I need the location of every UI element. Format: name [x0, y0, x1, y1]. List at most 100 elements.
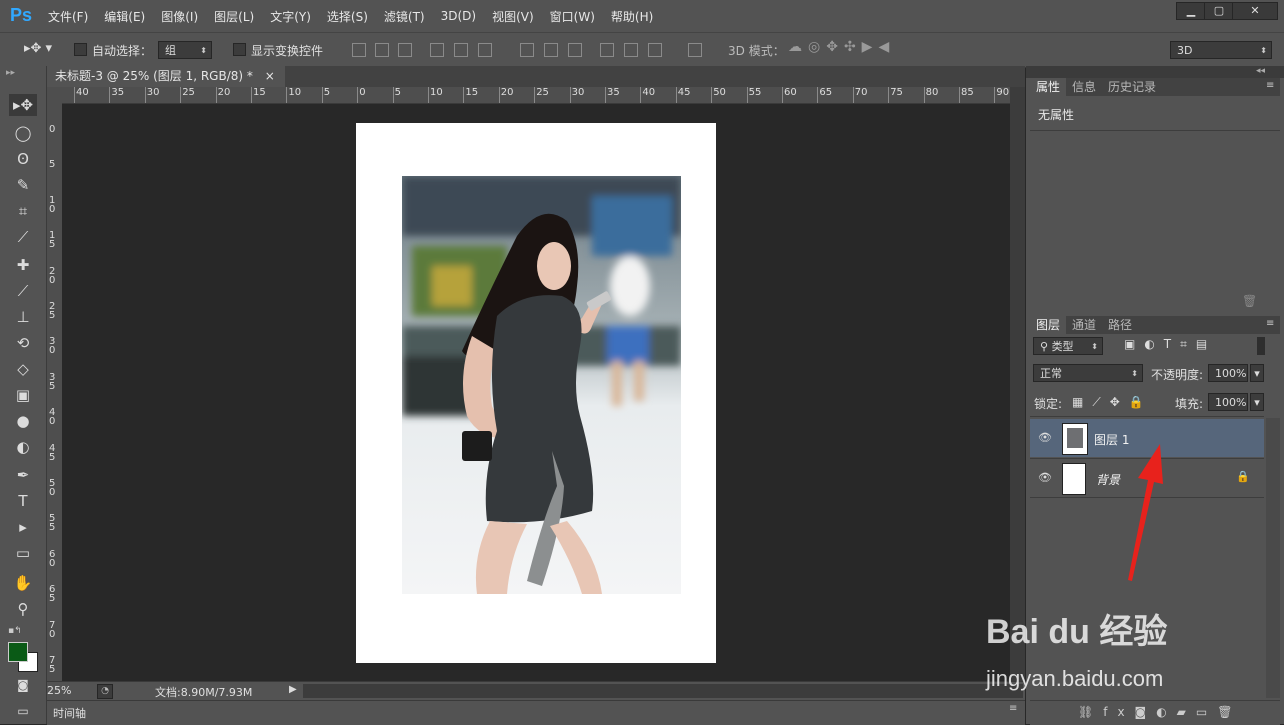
layer-name[interactable]: 背景 [1096, 471, 1120, 488]
menu-file[interactable]: 文件(F) [40, 8, 96, 25]
quick-mask-icon[interactable]: ◙ [9, 674, 37, 696]
foreground-color-swatch[interactable] [8, 642, 28, 662]
timeline-menu-icon[interactable]: ≡ [1009, 703, 1017, 714]
align-right-icon[interactable] [478, 43, 492, 57]
menu-window[interactable]: 窗口(W) [542, 8, 603, 25]
zoom-tool-icon[interactable]: ⚲ [9, 598, 37, 620]
close-window-button[interactable]: ✕ [1232, 2, 1278, 20]
eyedropper-tool-icon[interactable]: ⟋ [9, 226, 37, 248]
zoom-level-field[interactable]: 25% [47, 684, 71, 697]
align-hcenter-icon[interactable] [454, 43, 468, 57]
document-tab-close-icon[interactable]: × [265, 69, 275, 83]
canvas-horizontal-scrollbar[interactable] [303, 684, 1023, 698]
history-brush-tool-icon[interactable]: ⟲ [9, 332, 37, 354]
hand-tool-icon[interactable]: ✋ [9, 572, 37, 594]
marquee-tool-icon[interactable]: ◯ [9, 122, 37, 144]
opacity-field[interactable]: 100% [1208, 364, 1248, 382]
distribute-right-icon[interactable] [648, 43, 662, 57]
pen-tool-icon[interactable]: ✒ [9, 464, 37, 486]
type-tool-icon[interactable]: T [9, 490, 37, 512]
auto-select-checkbox[interactable] [74, 43, 87, 56]
ruler-h-tick: 10 [288, 87, 302, 98]
path-select-tool-icon[interactable]: ▸ [9, 516, 37, 538]
status-info-icon[interactable]: ◔ [97, 684, 113, 699]
menu-edit[interactable]: 编辑(E) [96, 8, 153, 25]
ruler-origin[interactable] [47, 87, 62, 103]
layers-menu-icon[interactable]: ≡ [1266, 318, 1274, 329]
auto-align-icon[interactable] [688, 43, 702, 57]
layer-visibility-eye-icon[interactable]: 👁 [1038, 431, 1052, 444]
workspace-dropdown[interactable]: 3D ⬍ [1170, 41, 1272, 59]
properties-trash-icon[interactable]: 🗑 [1242, 294, 1257, 308]
dodge-tool-icon[interactable]: ◐ [9, 436, 37, 458]
fill-dropdown-arrow[interactable]: ▾ [1250, 393, 1264, 411]
align-top-icon[interactable] [352, 43, 366, 57]
brush-tool-icon[interactable]: ⟋ [9, 280, 37, 302]
horizontal-ruler[interactable]: 40 35 30 25 20 15 10 5 0 5 10 15 20 25 30 35 40 45 50 55 60 6… [62, 87, 1010, 104]
crop-tool-icon[interactable]: ⌗ [9, 200, 37, 222]
menu-image[interactable]: 图像(I) [153, 8, 206, 25]
move-tool-icon[interactable]: ▸✥ ▾ [24, 41, 52, 56]
distribute-top-icon[interactable] [520, 43, 534, 57]
menu-view[interactable]: 视图(V) [484, 8, 542, 25]
menu-select[interactable]: 选择(S) [319, 8, 376, 25]
layer-filter-icons[interactable]: ▣◐T⌗▤ [1124, 337, 1216, 352]
tab-history[interactable]: 历史记录 [1102, 78, 1162, 96]
maximize-button[interactable]: ▢ [1204, 2, 1234, 20]
default-colors-icon[interactable]: ▪↰ [8, 626, 22, 636]
tab-layers[interactable]: 图层 [1030, 316, 1067, 334]
properties-menu-icon[interactable]: ≡ [1266, 80, 1274, 91]
layer-filter-kind-dropdown[interactable]: ⚲ 类型 ⬍ [1033, 337, 1103, 355]
layer-filter-toggle[interactable] [1257, 337, 1265, 355]
status-menu-arrow-icon[interactable]: ▶ [289, 684, 297, 695]
menu-help[interactable]: 帮助(H) [603, 8, 661, 25]
tab-properties[interactable]: 属性 [1030, 78, 1067, 96]
opacity-dropdown-arrow[interactable]: ▾ [1250, 364, 1264, 382]
menu-type[interactable]: 文字(Y) [262, 8, 319, 25]
tab-info[interactable]: 信息 [1066, 78, 1102, 96]
tab-channels[interactable]: 通道 [1066, 316, 1102, 334]
document-tab[interactable]: 未标题-3 @ 25% (图层 1, RGB/8) * × [47, 66, 285, 87]
tab-paths[interactable]: 路径 [1102, 316, 1138, 334]
ruler-v-tick: 45 [49, 442, 56, 463]
menu-3d[interactable]: 3D(D) [433, 9, 484, 23]
opacity-label: 不透明度: [1151, 368, 1204, 382]
distribute-bottom-icon[interactable] [568, 43, 582, 57]
move-tool-icon[interactable]: ▸✥ [9, 94, 37, 116]
screen-mode-icon[interactable]: ▭ [9, 700, 37, 722]
layers-footer-icons[interactable]: ⛓fx◙◐▰▭🗑 [1078, 705, 1242, 719]
menu-filter[interactable]: 滤镜(T) [376, 8, 433, 25]
minimize-button[interactable]: ▁ [1176, 2, 1206, 20]
align-bottom-icon[interactable] [398, 43, 412, 57]
rectangle-tool-icon[interactable]: ▭ [9, 542, 37, 564]
layer-1-photo[interactable] [402, 176, 681, 594]
ruler-v-tick: 50 [49, 478, 56, 498]
clone-stamp-tool-icon[interactable]: ⊥ [9, 306, 37, 328]
distribute-vcenter-icon[interactable] [544, 43, 558, 57]
vertical-ruler[interactable]: 0 5 10 15 20 25 30 35 40 45 50 55 60 65 70 75 [47, 103, 62, 681]
gradient-tool-icon[interactable]: ▣ [9, 384, 37, 406]
blend-mode-dropdown[interactable]: 正常 ⬍ [1033, 364, 1143, 382]
lock-icons[interactable]: ▦⟋✥🔒 [1072, 395, 1153, 410]
auto-select-dropdown[interactable]: 组 ⬍ [158, 41, 212, 59]
panel-collapse-icon[interactable]: ◂◂ [1256, 66, 1265, 76]
3d-mode-icons[interactable]: ☁◎✥✣▶◀ [788, 39, 895, 55]
distribute-left-icon[interactable] [600, 43, 614, 57]
layer-visibility-eye-icon[interactable]: 👁 [1038, 471, 1052, 484]
eraser-tool-icon[interactable]: ◇ [9, 358, 37, 380]
show-transform-checkbox[interactable] [233, 43, 246, 56]
healing-brush-tool-icon[interactable]: ✚ [9, 254, 37, 276]
blur-tool-icon[interactable]: ● [9, 410, 37, 432]
canvas-vertical-scrollbar[interactable] [1010, 87, 1025, 681]
timeline-tab[interactable]: 时间轴 [53, 705, 86, 721]
distribute-hcenter-icon[interactable] [624, 43, 638, 57]
align-vcenter-icon[interactable] [375, 43, 389, 57]
toolbox-collapse-icon[interactable]: ▸▸ [6, 68, 15, 78]
fill-field[interactable]: 100% [1208, 393, 1248, 411]
layers-scrollbar[interactable] [1266, 418, 1280, 698]
menu-layer[interactable]: 图层(L) [206, 8, 262, 25]
quick-select-tool-icon[interactable]: ✎ [9, 174, 37, 196]
align-left-icon[interactable] [430, 43, 444, 57]
lasso-tool-icon[interactable]: ʘ [9, 148, 37, 170]
ruler-h-tick: 40 [642, 87, 656, 98]
